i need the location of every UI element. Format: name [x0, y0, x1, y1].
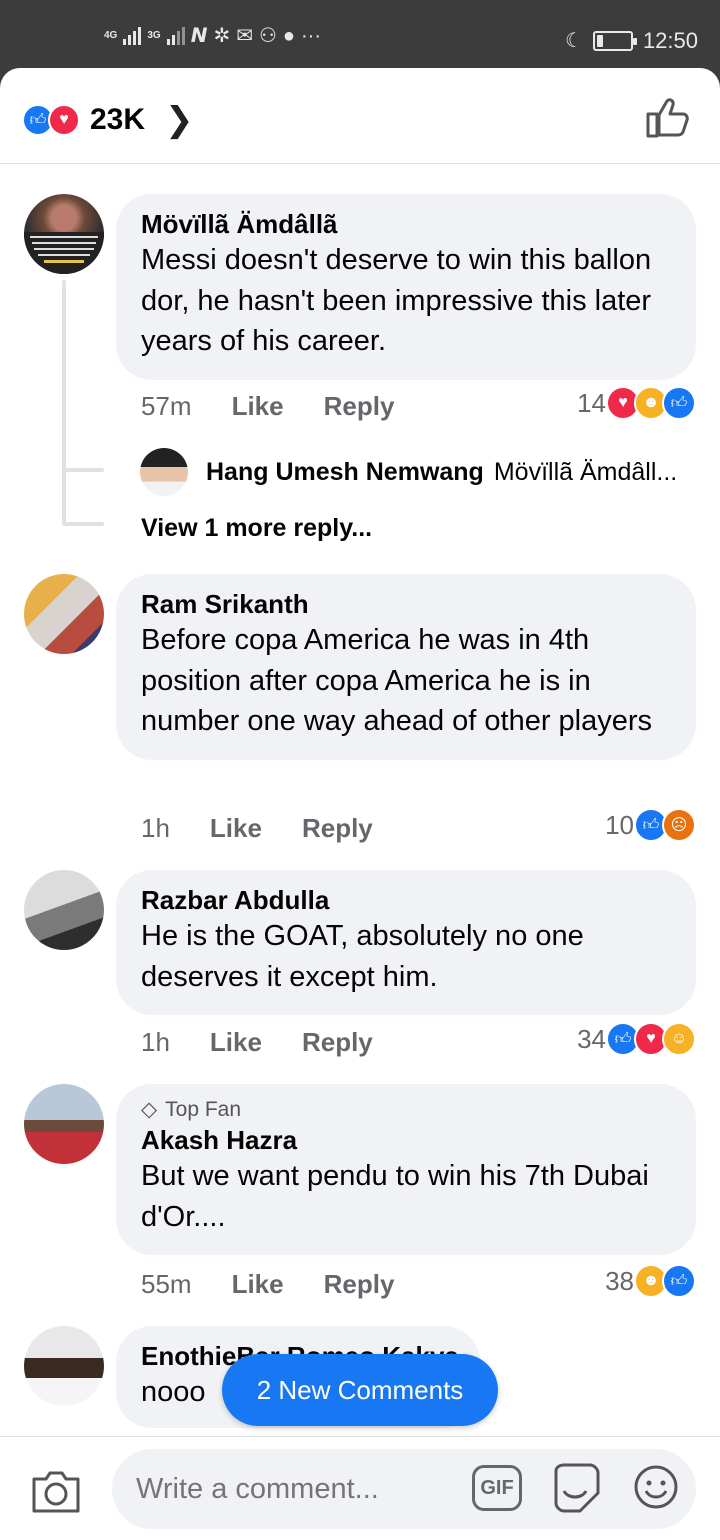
avatar-image	[24, 232, 104, 274]
comment-author[interactable]: Ram Srikanth	[141, 588, 672, 620]
reaction-count: 23K	[90, 103, 146, 136]
new-comments-button[interactable]: 2 New Comments	[222, 1354, 498, 1426]
battery-icon	[592, 31, 637, 51]
comment-author[interactable]: Akash Hazra	[141, 1124, 672, 1156]
like-reaction-icon: 👍︎	[662, 386, 696, 420]
comment-author[interactable]: Razbar Abdulla	[141, 884, 672, 916]
view-more-replies-link[interactable]: View 1 more reply...	[141, 514, 372, 543]
sticker-icon[interactable]	[550, 1461, 602, 1515]
comment-reactions[interactable]: 10 👍︎ ☹	[605, 808, 696, 842]
comment-input[interactable]	[136, 1465, 456, 1513]
status-icons-left: 4G 3G 𝙉 ✲ ✉ ⚇ ● ···	[104, 26, 321, 46]
comment-actions: 1h Like Reply	[141, 1022, 413, 1062]
comment-reactions[interactable]: 14 ♥ ☻ 👍︎	[577, 386, 696, 420]
like-button-icon[interactable]	[644, 94, 692, 142]
reactions-summary[interactable]: 👍︎ ♥ 23K ❯	[22, 100, 194, 140]
clock: 12:50	[642, 28, 698, 53]
reply-action[interactable]: Reply	[324, 1269, 395, 1300]
reply-action[interactable]: Reply	[302, 1027, 373, 1058]
status-icons-right: ☾ 12:50	[565, 28, 698, 54]
like-action[interactable]: Like	[232, 1269, 284, 1300]
reaction-count: 38	[605, 1265, 634, 1296]
comment-actions: 57m Like Reply	[141, 386, 434, 426]
comment-time: 1h	[141, 1026, 170, 1057]
care-reaction-icon: ☺	[662, 1022, 696, 1056]
thread-branch	[64, 522, 104, 526]
comment-reactions[interactable]: 34 👍︎ ♥ ☺	[577, 1022, 696, 1056]
reaction-count: 10	[605, 809, 634, 840]
more-notifications-icon: ···	[301, 25, 321, 47]
reply-preview-row[interactable]: Hang Umesh Nemwang Mövïllã Ämdâll...	[140, 448, 677, 496]
comment-time: 55m	[141, 1268, 192, 1299]
like-action[interactable]: Like	[210, 1027, 262, 1058]
comment-bubble: Mövïllã Ämdâllã Messi doesn't deserve to…	[116, 194, 696, 380]
comment-composer: GIF	[0, 1436, 720, 1540]
reply-action[interactable]: Reply	[324, 391, 395, 422]
like-action[interactable]: Like	[210, 813, 262, 844]
like-action[interactable]: Like	[232, 391, 284, 422]
signal-strength-icon-2	[166, 27, 185, 45]
like-reaction-icon: 👍︎	[662, 1264, 696, 1298]
avatar[interactable]	[24, 1326, 104, 1406]
thread-branch	[64, 468, 104, 472]
thread-line	[62, 280, 66, 526]
comment-time: 1h	[141, 812, 170, 843]
reaction-count: 34	[577, 1023, 606, 1054]
angry-reaction-icon: ☹	[662, 808, 696, 842]
reply-avatar	[140, 448, 188, 496]
chat-icon: ●	[282, 25, 295, 47]
emoji-icon[interactable]	[632, 1463, 680, 1511]
comment-actions: 55m Like Reply	[141, 1264, 434, 1304]
avatar[interactable]	[24, 194, 104, 274]
comment-input-box: GIF	[112, 1449, 696, 1529]
chevron-right-icon: ❯	[165, 101, 194, 139]
moon-icon: ☾	[565, 30, 583, 52]
comment-bubble: Ram Srikanth Before copa America he was …	[116, 574, 696, 760]
reply-preview-text: Mövïllã Ämdâll...	[493, 457, 678, 486]
camera-icon[interactable]	[30, 1467, 82, 1515]
love-reaction-icon: ♥	[48, 104, 80, 136]
reply-author: Hang Umesh Nemwang	[206, 457, 484, 486]
comment-time: 57m	[141, 390, 192, 421]
comments-sheet: 👍︎ ♥ 23K ❯ Mövïllã Ämdâllã Messi doesn't…	[0, 68, 720, 1540]
comment-text: But we want pendu to win his 7th Dubai d…	[141, 1160, 649, 1233]
reactions-header: 👍︎ ♥ 23K ❯	[0, 68, 720, 164]
network-4g-label: 4G	[104, 30, 118, 41]
avatar[interactable]	[24, 1084, 104, 1164]
status-bar: 4G 3G 𝙉 ✲ ✉ ⚇ ● ··· ☾ 12:50	[0, 0, 720, 70]
avatar[interactable]	[24, 574, 104, 654]
comment-bubble: ◇ Top Fan Akash Hazra But we want pendu …	[116, 1084, 696, 1255]
signal-strength-icon	[123, 27, 142, 45]
nfc-icon: 𝙉	[190, 25, 208, 47]
pinwheel-icon: ✲	[213, 25, 231, 47]
comment-bubble: Razbar Abdulla He is the GOAT, absolutel…	[116, 870, 696, 1015]
top-fan-badge: ◇ Top Fan	[141, 1096, 672, 1124]
comment-actions: 1h Like Reply	[141, 808, 413, 848]
top-fan-label: Top Fan	[165, 1098, 242, 1121]
comment-text: Messi doesn't deserve to win this ballon…	[141, 244, 652, 357]
avatar[interactable]	[24, 870, 104, 950]
diamond-icon: ◇	[141, 1098, 158, 1121]
add-contact-icon: ⚇	[258, 25, 277, 47]
reaction-count: 14	[577, 387, 606, 418]
comment-reactions[interactable]: 38 ☻ 👍︎	[605, 1264, 696, 1298]
network-3g-label: 3G	[147, 30, 161, 41]
comment-text: Before copa America he was in 4th positi…	[141, 624, 653, 737]
mail-icon: ✉	[236, 25, 253, 47]
gif-button[interactable]: GIF	[472, 1465, 522, 1511]
comment-text: He is the GOAT, absolutely no one deserv…	[141, 920, 584, 993]
comment-author[interactable]: Mövïllã Ämdâllã	[141, 208, 672, 240]
reply-action[interactable]: Reply	[302, 813, 373, 844]
